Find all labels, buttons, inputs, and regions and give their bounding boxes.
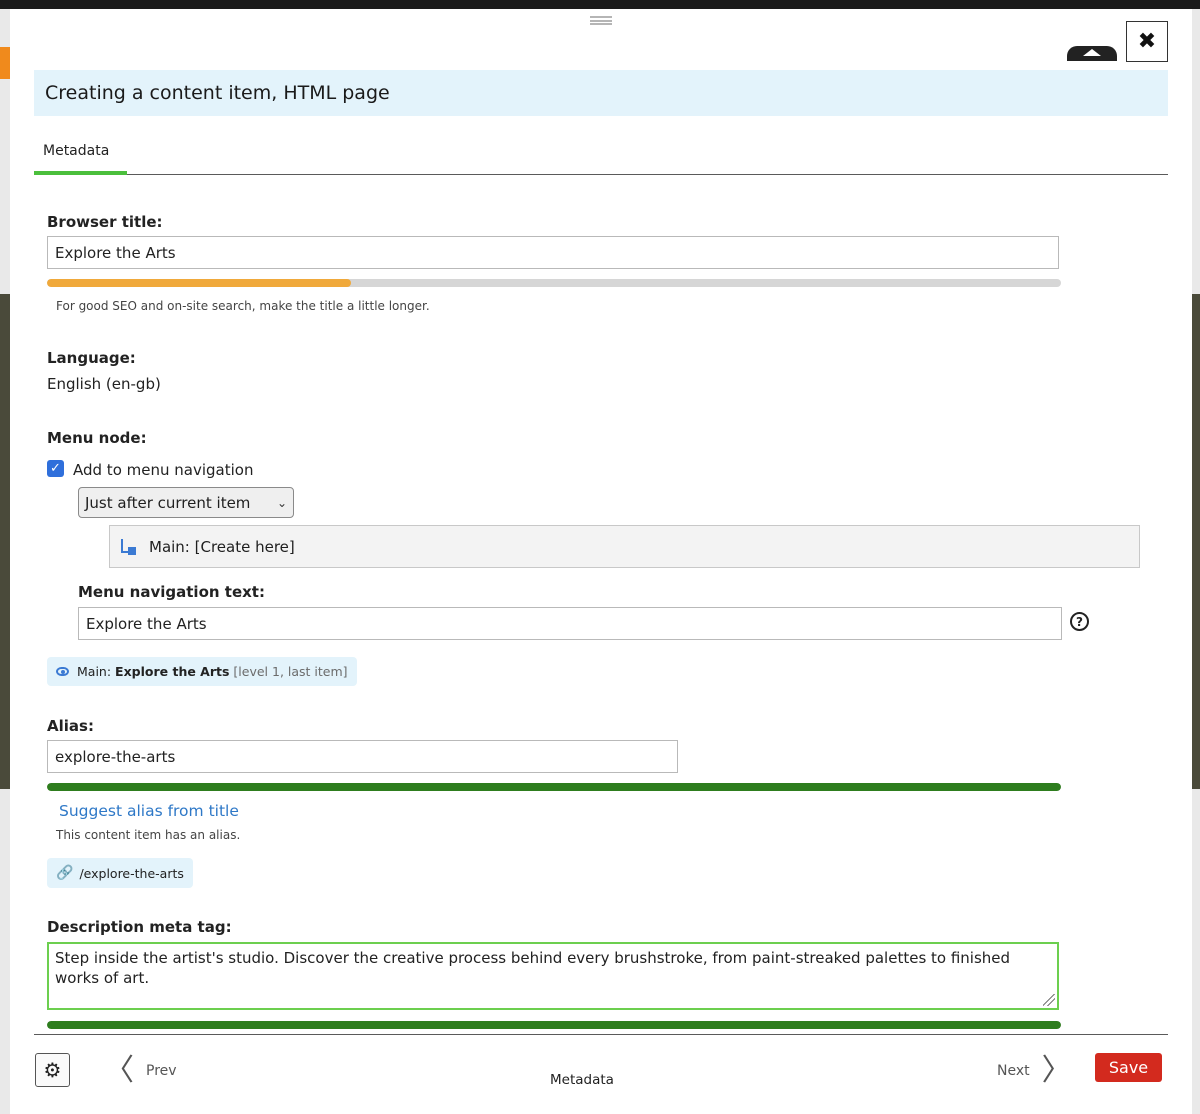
dialog-footer: ⚙ 〈 Prev Metadata Next 〉 Save	[10, 1035, 1192, 1114]
background-left-edge	[0, 9, 10, 1114]
prev-button[interactable]: 〈 Prev	[104, 1053, 177, 1088]
alias-strength-fill	[47, 783, 1061, 791]
background-right-edge	[1192, 9, 1200, 1114]
settings-button[interactable]: ⚙	[35, 1053, 70, 1087]
caret-up-icon	[1083, 49, 1101, 56]
menu-nav-text-input[interactable]: Explore the Arts	[78, 607, 1062, 640]
alias-label: Alias:	[47, 717, 94, 735]
add-to-menu-checkbox[interactable]: ✓	[47, 460, 64, 477]
content-item-dialog: ✖ Creating a content item, HTML page Met…	[10, 9, 1192, 1114]
menu-preview-chip: Main: Explore the Arts [level 1, last it…	[47, 657, 357, 686]
check-icon: ✓	[50, 461, 61, 476]
alias-path: /explore-the-arts	[79, 865, 184, 881]
language-label: Language:	[47, 349, 136, 367]
alias-strength-bar	[47, 783, 1061, 791]
save-button[interactable]: Save	[1095, 1053, 1162, 1082]
collapse-button[interactable]	[1067, 46, 1117, 61]
resize-grip-icon[interactable]	[1043, 994, 1055, 1006]
help-icon[interactable]: ?	[1070, 612, 1089, 631]
menu-position-select[interactable]: Just after current item ⌄	[78, 487, 294, 518]
browser-title-input[interactable]: Explore the Arts	[47, 236, 1059, 269]
gear-icon: ⚙	[43, 1058, 62, 1082]
prev-label: Prev	[146, 1063, 177, 1079]
next-label: Next	[997, 1063, 1030, 1079]
current-tab-label: Metadata	[550, 1072, 614, 1088]
description-strength-bar	[47, 1021, 1061, 1029]
browser-title-strength-bar	[47, 279, 1061, 287]
tab-metadata[interactable]: Metadata	[34, 137, 127, 175]
close-button[interactable]: ✖	[1126, 21, 1168, 62]
next-button[interactable]: Next 〉	[997, 1053, 1072, 1088]
menu-position-value: Just after current item	[85, 493, 251, 512]
description-text: Step inside the artist's studio. Discove…	[55, 949, 1011, 987]
chevron-left-icon: 〈	[104, 1053, 134, 1088]
alias-input[interactable]: explore-the-arts	[47, 740, 678, 773]
link-icon: 🔗	[56, 865, 74, 881]
menu-node-label: Menu node:	[47, 429, 147, 447]
browser-title-label: Browser title:	[47, 213, 163, 231]
tree-node-icon	[120, 538, 136, 555]
drag-handle-icon[interactable]	[590, 16, 612, 25]
close-icon: ✖	[1137, 29, 1157, 54]
alias-path-chip[interactable]: 🔗 /explore-the-arts	[47, 858, 193, 888]
chevron-right-icon: 〉	[1041, 1053, 1072, 1088]
eye-icon	[56, 667, 69, 676]
menu-tree-item-label: Main: [Create here]	[149, 537, 295, 556]
menu-tree-item[interactable]: Main: [Create here]	[109, 525, 1140, 568]
alias-hint: This content item has an alias.	[56, 828, 241, 842]
description-label: Description meta tag:	[47, 918, 232, 936]
suggest-alias-link[interactable]: Suggest alias from title	[59, 802, 239, 820]
tab-bar: Metadata	[34, 137, 1168, 175]
background-topbar	[0, 0, 1200, 9]
language-value: English (en-gb)	[47, 375, 161, 393]
dialog-title: Creating a content item, HTML page	[34, 70, 1168, 116]
form-content[interactable]: Browser title: Explore the Arts For good…	[10, 175, 1192, 1035]
browser-title-hint: For good SEO and on-site search, make th…	[56, 299, 430, 313]
add-to-menu-label[interactable]: Add to menu navigation	[73, 461, 253, 479]
browser-title-strength-fill	[47, 279, 352, 287]
menu-preview-prefix: Main:	[77, 664, 112, 679]
menu-preview-name: Explore the Arts	[115, 664, 230, 679]
menu-nav-text-label: Menu navigation text:	[78, 583, 265, 601]
description-strength-fill	[47, 1021, 1061, 1029]
description-textarea[interactable]: Step inside the artist's studio. Discove…	[47, 942, 1059, 1010]
menu-preview-detail: [level 1, last item]	[233, 664, 348, 679]
chevron-down-icon: ⌄	[276, 495, 287, 510]
